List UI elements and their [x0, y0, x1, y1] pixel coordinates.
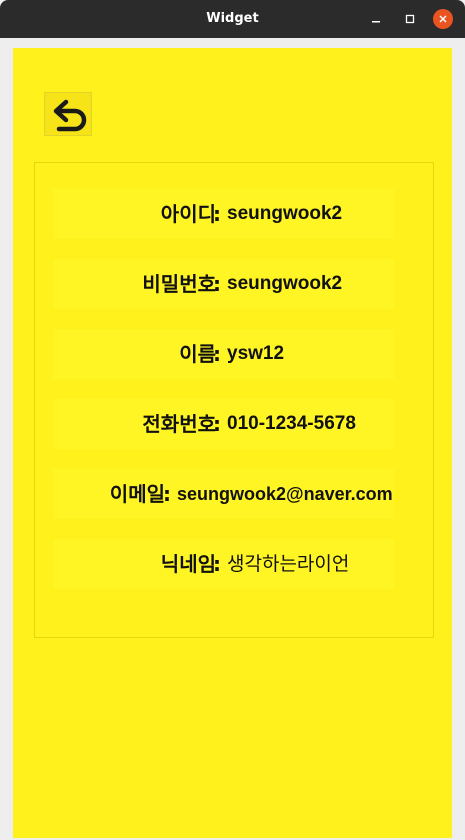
- app-window: Widget 아이디 : seungwook2 비밀번호: seungwook…: [0, 0, 465, 840]
- field-label: 전화번호: [142, 412, 216, 436]
- field-row-email: 이메일 : seungwook2@naver.com: [53, 469, 394, 519]
- field-colon: :: [213, 272, 221, 296]
- field-value: seungwook2@naver.com: [177, 484, 393, 504]
- field-colon: :: [213, 342, 221, 366]
- field-label: 이메일: [109, 482, 165, 506]
- field-value: 생각하는라이언: [227, 553, 350, 575]
- field-value: 010-1234-5678: [227, 413, 356, 434]
- field-row-id: 아이디 : seungwook2: [53, 189, 394, 239]
- field-label: 아이디: [160, 202, 216, 226]
- maximize-icon[interactable]: [400, 9, 420, 29]
- undo-arrow-icon: [53, 99, 87, 132]
- field-row-phone: 전화번호 : 010-1234-5678: [53, 399, 394, 449]
- field-value: seungwook2: [227, 273, 343, 294]
- field-row-password: 비밀번호 : seungwook2: [53, 259, 394, 309]
- field-colon: :: [213, 552, 221, 576]
- field-label: 비밀번호: [142, 272, 216, 296]
- title-bar[interactable]: Widget: [0, 0, 465, 38]
- client-area: 아이디 : seungwook2 비밀번호 : seungwook2 이름 : …: [0, 38, 465, 840]
- field-label: 닉네임: [160, 552, 216, 576]
- field-value: seungwook2: [227, 203, 343, 224]
- field-value: ysw12: [227, 343, 285, 364]
- field-colon: :: [213, 202, 221, 226]
- back-button[interactable]: [44, 92, 92, 136]
- field-row-nickname: 닉네임 : 생각하는라이언: [53, 539, 394, 589]
- field-colon: :: [163, 482, 171, 506]
- field-row-name: 이름 : ysw12: [53, 329, 394, 379]
- window-title: Widget: [206, 11, 259, 26]
- field-colon: :: [213, 412, 221, 436]
- close-icon[interactable]: [433, 9, 453, 29]
- profile-info-box: 아이디 : seungwook2 비밀번호 : seungwook2 이름 : …: [34, 162, 434, 638]
- field-label: 이름: [179, 342, 216, 366]
- minimize-icon[interactable]: [366, 9, 386, 29]
- profile-panel: 아이디 : seungwook2 비밀번호 : seungwook2 이름 : …: [13, 48, 452, 838]
